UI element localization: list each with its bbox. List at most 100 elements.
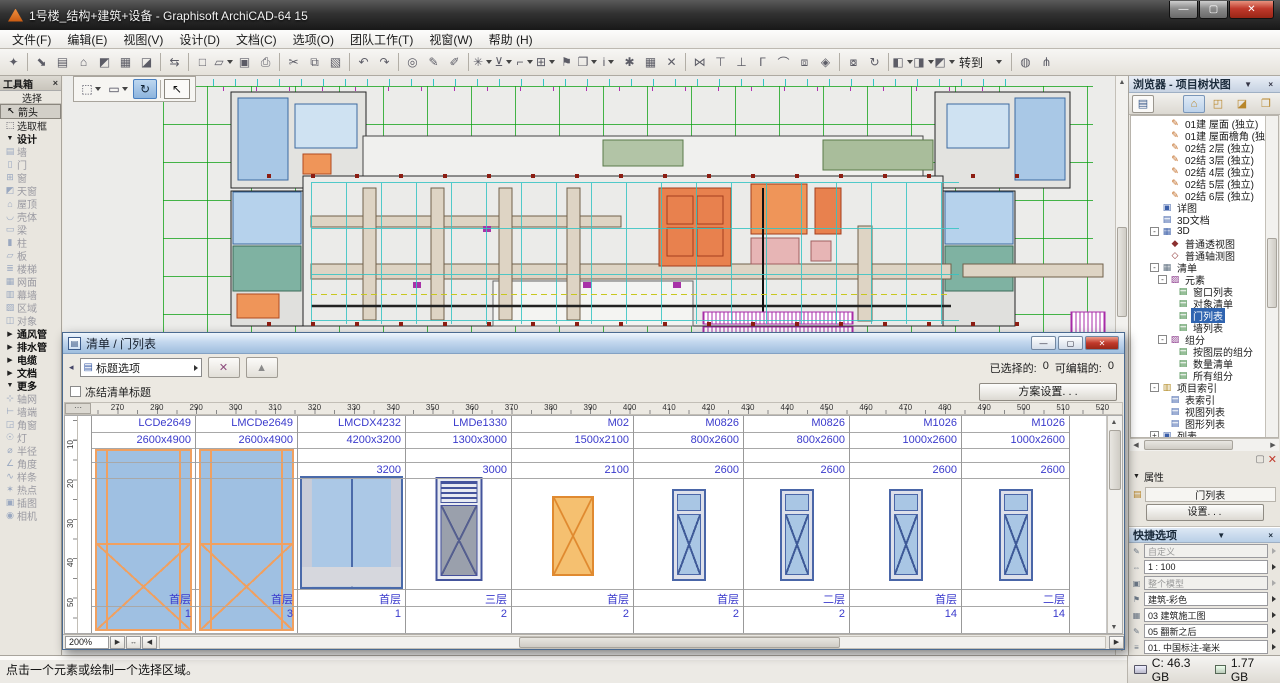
separator[interactable] bbox=[685, 53, 686, 71]
stretch-icon[interactable]: ◈ bbox=[815, 52, 836, 73]
split-icon[interactable]: ⊥ bbox=[731, 52, 752, 73]
door-column[interactable]: LMDe1330 1300x3000 3000 三层 2 bbox=[406, 416, 512, 633]
toolbox-item[interactable]: ▼ 设计 bbox=[0, 132, 61, 145]
separator[interactable] bbox=[188, 53, 189, 71]
tree-horizontal-scrollbar[interactable]: ◀ ▶ bbox=[1130, 438, 1279, 451]
close-pane-icon[interactable]: ✕ bbox=[1268, 453, 1277, 466]
fillet-icon[interactable]: Γ bbox=[752, 52, 773, 73]
expand-toggle[interactable]: - bbox=[1150, 263, 1159, 272]
menu-item[interactable]: 文件(F) bbox=[4, 30, 59, 49]
separator[interactable] bbox=[160, 53, 161, 71]
scrollbar-thumb[interactable] bbox=[1267, 238, 1277, 308]
minimize-button[interactable]: — bbox=[1169, 1, 1198, 19]
door-column[interactable]: M0826 800x2600 2600 二层 2 bbox=[744, 416, 850, 633]
quick-option-dropdown[interactable]: ≡ 01. 中国标注-毫米 bbox=[1129, 639, 1280, 655]
scroll-right-icon[interactable]: ▶ bbox=[1267, 439, 1279, 451]
door-column[interactable]: LMCDX4232 4200x3200 3200 首层 1 bbox=[298, 416, 406, 633]
snap-grid-icon[interactable]: ⊞ bbox=[535, 52, 556, 73]
toolbox-item[interactable]: 选择 bbox=[0, 91, 61, 104]
zoom-window-icon[interactable]: ◧ bbox=[892, 52, 913, 73]
separator[interactable] bbox=[279, 53, 280, 71]
toolbox-item[interactable]: ◡ 壳体 bbox=[0, 210, 61, 223]
suspend-groups-icon[interactable]: ✳ bbox=[472, 52, 493, 73]
panel-close-icon[interactable]: × bbox=[1265, 80, 1276, 89]
menu-item[interactable]: 帮助 (H) bbox=[481, 30, 541, 49]
gravity-icon[interactable]: ⊻ bbox=[493, 52, 514, 73]
expand-toggle[interactable]: + bbox=[1150, 431, 1159, 438]
scrollbar-thumb[interactable] bbox=[1117, 227, 1127, 317]
scroll-left-icon[interactable]: ◀ bbox=[142, 636, 157, 649]
goto-button[interactable]: 转到 bbox=[955, 52, 987, 73]
toolbox-item[interactable]: ◉ 相机 bbox=[0, 509, 61, 522]
marquee-3d-icon[interactable]: ⧇ bbox=[843, 52, 864, 73]
menu-item[interactable]: 编辑(E) bbox=[59, 30, 115, 49]
menu-item[interactable]: 视图(V) bbox=[115, 30, 171, 49]
scroll-up-icon[interactable]: ▲ bbox=[1108, 416, 1120, 428]
zoom-level[interactable]: 200% bbox=[65, 636, 109, 649]
view-map-icon[interactable]: ◰ bbox=[1207, 95, 1229, 113]
copy-icon[interactable]: ⧉ bbox=[304, 52, 325, 73]
goto-dropdown[interactable] bbox=[987, 52, 1008, 73]
new-file-icon[interactable]: □ bbox=[192, 52, 213, 73]
prev-view-icon[interactable]: ◩ bbox=[934, 52, 955, 73]
detach-pane-icon[interactable]: ▢ bbox=[1255, 454, 1264, 465]
close-x-icon[interactable]: ✕ bbox=[661, 52, 682, 73]
minimize-button[interactable]: — bbox=[1031, 336, 1056, 350]
quick-option-dropdown[interactable]: ▦ 03 建筑施工图 bbox=[1129, 607, 1280, 623]
quick-option-dropdown[interactable]: ✎ 05 翻新之后 bbox=[1129, 623, 1280, 639]
scrollbar-thumb[interactable] bbox=[519, 637, 840, 648]
expand-toggle[interactable]: - bbox=[1158, 275, 1167, 284]
tree-item[interactable]: + ▣ 列表 bbox=[1131, 429, 1265, 437]
roof-mode-icon[interactable]: ⌂ bbox=[73, 52, 94, 73]
scrollbar-thumb[interactable] bbox=[1109, 430, 1121, 490]
marquee-options-icon[interactable]: ⬚ bbox=[79, 79, 103, 99]
shape-options-icon[interactable]: ▭ bbox=[106, 79, 130, 99]
schedule-window-titlebar[interactable]: ▤ 清单 / 门列表 — ▢ ✕ bbox=[63, 333, 1124, 354]
toolbox-item[interactable]: ↖ 箭头 bbox=[0, 104, 61, 119]
panel-close-icon[interactable]: × bbox=[1265, 531, 1276, 540]
project-chooser-icon[interactable]: ▤ bbox=[1132, 95, 1154, 113]
menu-item[interactable]: 文档(C) bbox=[228, 30, 285, 49]
schedule-horizontal-scrollbar[interactable] bbox=[159, 636, 1106, 649]
publisher-icon[interactable]: ❐ bbox=[1255, 95, 1277, 113]
favorites-icon[interactable]: ✦ bbox=[3, 52, 24, 73]
pick-up-icon[interactable]: ✐ bbox=[444, 52, 465, 73]
cut-icon[interactable]: ✂ bbox=[283, 52, 304, 73]
panel-menu-icon[interactable]: ▼ bbox=[1241, 80, 1255, 89]
quick-option-dropdown[interactable]: ⚑ 建筑-彩色 bbox=[1129, 591, 1280, 607]
layers-icon[interactable]: ❐ bbox=[577, 52, 598, 73]
separator[interactable] bbox=[398, 53, 399, 71]
layout-book-icon[interactable]: ◪ bbox=[1231, 95, 1253, 113]
toolbox-close-icon[interactable]: × bbox=[53, 78, 58, 88]
expand-toggle[interactable]: - bbox=[1150, 227, 1159, 236]
open-file-icon[interactable]: ▱ bbox=[213, 52, 234, 73]
chain-icon[interactable]: ✱ bbox=[619, 52, 640, 73]
menu-item[interactable]: 设计(D) bbox=[171, 30, 228, 49]
separator[interactable] bbox=[27, 53, 28, 71]
adjust-icon[interactable]: ⊤ bbox=[710, 52, 731, 73]
header-options-dropdown[interactable]: ▤ 标题选项 bbox=[80, 358, 202, 377]
door-column[interactable]: LCDe2649 2600x4900 首层 1 bbox=[92, 416, 196, 633]
info-icon[interactable]: i bbox=[598, 52, 619, 73]
door-column[interactable]: M1026 1000x2600 2600 二层 14 bbox=[962, 416, 1070, 633]
table-icon[interactable]: ▦ bbox=[640, 52, 661, 73]
scroll-left-icon[interactable]: ◀ bbox=[1130, 439, 1142, 451]
merge-cells-button[interactable]: ✕ bbox=[208, 357, 240, 378]
quick-option-dropdown[interactable]: ⇔ 1 : 100 bbox=[1129, 559, 1280, 575]
close-button[interactable]: ✕ bbox=[1229, 1, 1274, 19]
guide-lines-icon[interactable]: ⌐ bbox=[514, 52, 535, 73]
chamfer-icon[interactable]: ⌒ bbox=[773, 52, 794, 73]
resize-icon[interactable]: ⧈ bbox=[794, 52, 815, 73]
quick-option-dropdown[interactable]: ▣ 整个模型 bbox=[1129, 575, 1280, 591]
pen-icon[interactable]: ✎ bbox=[423, 52, 444, 73]
arrow-cursor-icon[interactable]: ↖ bbox=[164, 79, 190, 99]
undo-icon[interactable]: ↶ bbox=[353, 52, 374, 73]
menu-item[interactable]: 视窗(W) bbox=[421, 30, 480, 49]
flag-icon[interactable]: ⚑ bbox=[556, 52, 577, 73]
walk-icon[interactable]: ⋔ bbox=[1036, 52, 1057, 73]
tree-item[interactable]: ▤ 3D文档 bbox=[1131, 213, 1265, 225]
schedule-vertical-scrollbar[interactable]: ▲ ▼ bbox=[1107, 416, 1122, 633]
separator[interactable] bbox=[888, 53, 889, 71]
expand-toggle[interactable]: - bbox=[1150, 383, 1159, 392]
rotate-view-icon[interactable]: ↻ bbox=[864, 52, 885, 73]
